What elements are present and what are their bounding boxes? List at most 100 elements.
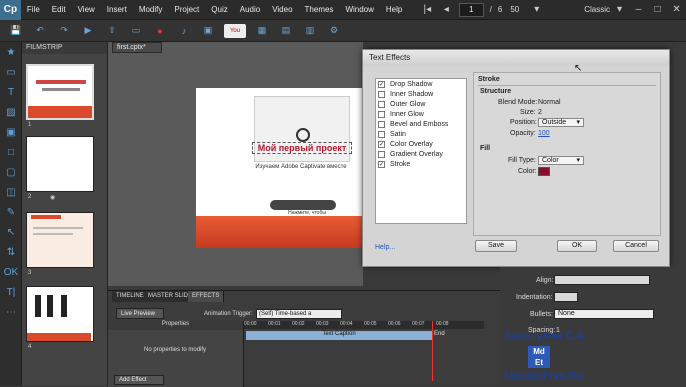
media-icon[interactable]: ▣ xyxy=(3,127,19,141)
live-preview-button[interactable]: Live Preview xyxy=(116,308,164,319)
add-effect-button[interactable]: Add Effect xyxy=(114,375,164,385)
slide-thumbnail[interactable] xyxy=(26,64,94,120)
menu-edit[interactable]: Edit xyxy=(46,5,72,14)
size-value[interactable]: 2 xyxy=(538,109,542,116)
text-entry-icon[interactable]: T| xyxy=(3,287,19,301)
bullets-select[interactable]: None xyxy=(554,309,654,319)
menu-video[interactable]: Video xyxy=(266,5,298,14)
maximize-icon[interactable]: □ xyxy=(648,4,667,15)
checkbox-icon[interactable] xyxy=(378,110,385,118)
stage-title[interactable]: Мой первый проект xyxy=(252,142,352,154)
audio-icon[interactable]: ♪ xyxy=(176,24,192,38)
scroll-icon[interactable]: ⇅ xyxy=(3,247,19,261)
tab-effects[interactable]: EFFECTS xyxy=(188,291,225,302)
video-icon[interactable]: ▣ xyxy=(200,24,216,38)
slide-icon[interactable]: ▭ xyxy=(128,24,144,38)
menu-themes[interactable]: Themes xyxy=(299,5,340,14)
document-tab[interactable]: first.cptx* xyxy=(112,42,162,53)
effect-inner-glow[interactable]: Inner Glow xyxy=(376,109,466,119)
minimize-icon[interactable]: – xyxy=(629,4,648,15)
undo-icon[interactable]: ↶ xyxy=(32,24,48,38)
text-icon[interactable]: T xyxy=(3,87,19,101)
checkbox-icon[interactable]: ✓ xyxy=(378,80,385,88)
menu-help[interactable]: Help xyxy=(380,5,408,14)
effect-gradient-overlay[interactable]: Gradient Overlay xyxy=(376,149,466,159)
effect-color-overlay[interactable]: ✓ Color Overlay xyxy=(376,139,466,149)
animation-trigger-select[interactable]: (Self) Time-based a xyxy=(256,309,342,319)
effect-inner-shadow[interactable]: Inner Shadow xyxy=(376,89,466,99)
camera-logo-icon xyxy=(296,128,310,142)
save-button[interactable]: Save xyxy=(475,240,517,252)
help-link[interactable]: Help... xyxy=(375,244,395,251)
grid-icon[interactable]: ▥ xyxy=(302,24,318,38)
record-icon[interactable]: ● xyxy=(152,24,168,38)
fill-type-select[interactable]: Color ▾ xyxy=(538,156,584,165)
playbar[interactable] xyxy=(270,200,336,210)
checkbox-icon[interactable] xyxy=(378,90,385,98)
save-icon[interactable]: 💾 xyxy=(8,24,24,38)
caption-icon[interactable]: ▭ xyxy=(3,67,19,81)
color-swatch[interactable] xyxy=(538,167,550,176)
workspace-dropdown-icon[interactable]: ▾ xyxy=(610,4,629,15)
menu-insert[interactable]: Insert xyxy=(101,5,133,14)
pointer-icon[interactable]: ↖ xyxy=(3,227,19,241)
checkbox-icon[interactable]: ✓ xyxy=(378,160,385,168)
more-icon[interactable]: ⋯ xyxy=(3,307,19,321)
star-icon[interactable]: ★ xyxy=(3,47,19,61)
cancel-button[interactable]: Cancel xyxy=(613,240,659,252)
rectangle-icon[interactable]: □ xyxy=(3,147,19,161)
settings-icon[interactable]: ⚙ xyxy=(326,24,342,38)
image-icon[interactable]: ▦ xyxy=(254,24,270,38)
slide-stage[interactable]: Мой первый проект Изучаем Adobe Captivat… xyxy=(196,88,366,248)
watermark-site: MoodleFree.Ru xyxy=(504,370,584,382)
position-select[interactable]: Outside ▾ xyxy=(538,118,584,127)
slide-thumbnail[interactable] xyxy=(26,212,94,268)
checkbox-icon[interactable] xyxy=(378,150,385,158)
text-caption-track[interactable]: Text Caption xyxy=(246,331,432,340)
checkbox-icon[interactable] xyxy=(378,120,385,128)
menu-file[interactable]: File xyxy=(21,5,46,14)
publish-icon[interactable]: ⇪ xyxy=(104,24,120,38)
zoom-dropdown-icon[interactable]: ▾ xyxy=(527,4,546,15)
menu-project[interactable]: Project xyxy=(168,5,205,14)
workspace-switcher[interactable]: Classic xyxy=(584,5,610,14)
effect-outer-glow[interactable]: Outer Glow xyxy=(376,99,466,109)
filmstrip-tab[interactable]: FILMSTRIP xyxy=(22,42,107,54)
redo-icon[interactable]: ↷ xyxy=(56,24,72,38)
ok-icon[interactable]: OK xyxy=(3,267,19,281)
indent-buttons[interactable] xyxy=(554,292,578,302)
playhead[interactable] xyxy=(432,321,433,381)
first-slide-icon[interactable]: |◂ xyxy=(418,4,437,15)
opacity-value[interactable]: 100 xyxy=(538,130,550,137)
prev-slide-icon[interactable]: ◂ xyxy=(437,4,456,15)
effect-drop-shadow[interactable]: ✓ Drop Shadow xyxy=(376,79,466,89)
menu-window[interactable]: Window xyxy=(339,5,379,14)
effect-satin[interactable]: Satin xyxy=(376,129,466,139)
button-icon[interactable]: ▢ xyxy=(3,167,19,181)
layout-icon[interactable]: ▤ xyxy=(278,24,294,38)
effect-bevel-emboss[interactable]: Bevel and Emboss xyxy=(376,119,466,129)
menu-modify[interactable]: Modify xyxy=(133,5,169,14)
slide-thumbnail[interactable] xyxy=(26,136,94,192)
checkbox-icon[interactable] xyxy=(378,130,385,138)
slide-thumbnail[interactable] xyxy=(26,286,94,342)
ok-button[interactable]: OK xyxy=(557,240,597,252)
youtube-icon[interactable]: You xyxy=(224,23,246,38)
image-tool-icon[interactable]: ▨ xyxy=(3,107,19,121)
align-buttons[interactable] xyxy=(554,275,650,285)
effect-stroke[interactable]: ✓ Stroke xyxy=(376,159,466,169)
checkbox-icon[interactable]: ✓ xyxy=(378,140,385,148)
timeline-properties: Properties No properties to modify Add E… xyxy=(108,321,244,387)
menu-quiz[interactable]: Quiz xyxy=(205,5,233,14)
text-effects-dialog: Text Effects ✓ Drop Shadow Inner Shadow O… xyxy=(362,49,670,267)
blend-mode-label: Blend Mode: xyxy=(498,99,538,106)
preview-icon[interactable]: ▶ xyxy=(80,24,96,38)
zoom-value[interactable]: 50 xyxy=(510,5,519,14)
pen-icon[interactable]: ✎ xyxy=(3,207,19,221)
close-icon[interactable]: ✕ xyxy=(667,4,686,15)
menu-audio[interactable]: Audio xyxy=(234,5,266,14)
current-page-field[interactable]: 1 xyxy=(458,2,484,17)
checkbox-icon[interactable] xyxy=(378,100,385,108)
widget-icon[interactable]: ◫ xyxy=(3,187,19,201)
menu-view[interactable]: View xyxy=(72,5,101,14)
